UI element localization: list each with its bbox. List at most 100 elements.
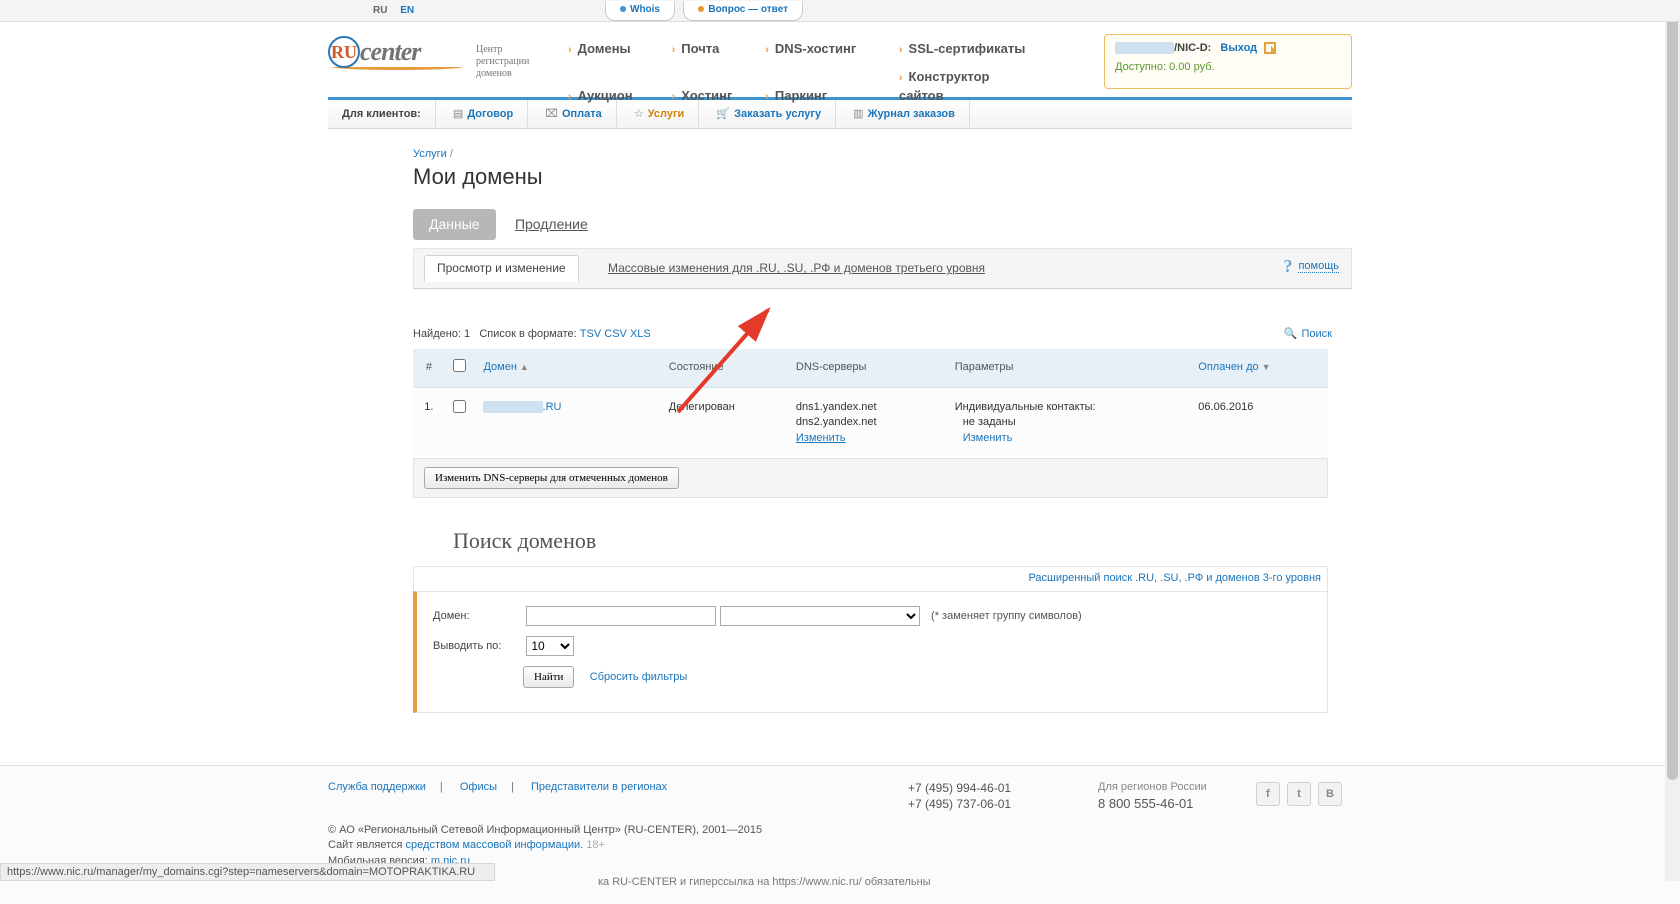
wildcard-hint: (* заменяет группу символов) xyxy=(931,610,1082,622)
footer-phones: +7 (495) 994-46-01+7 (495) 737-06-01 xyxy=(908,780,1011,814)
logo[interactable]: RUcenter xyxy=(328,36,468,70)
page-title: Мои домены xyxy=(413,164,1352,190)
menu-domains[interactable]: ›Домены xyxy=(568,40,668,58)
user-login-masked xyxy=(1115,42,1174,54)
cell-number: 1. xyxy=(413,387,445,458)
footer-support[interactable]: Служба поддержки xyxy=(328,781,426,793)
footer-regions[interactable]: Представители в регионах xyxy=(531,781,667,793)
cell-dns: dns1.yandex.net dns2.yandex.net Изменить xyxy=(788,387,947,458)
label-domain: Домен: xyxy=(433,609,523,624)
doc-icon: ▤ xyxy=(453,108,463,120)
col-number: # xyxy=(413,349,445,388)
domain-input[interactable] xyxy=(526,606,716,626)
logo-word: center xyxy=(360,37,420,66)
menu-parking[interactable]: ›Паркинг xyxy=(765,87,895,105)
help-icon: ? xyxy=(1283,256,1292,276)
params-value: не заданы xyxy=(955,415,1183,430)
facebook-icon[interactable]: f xyxy=(1256,782,1280,806)
search-toggle[interactable]: 🔍Поиск xyxy=(1284,327,1332,342)
menu-mail[interactable]: ›Почта xyxy=(672,40,762,58)
logout-icon[interactable] xyxy=(1264,42,1276,54)
export-tsv[interactable]: TSV xyxy=(580,328,601,340)
change-params-link[interactable]: Изменить xyxy=(955,432,1013,444)
logo-badge: RU xyxy=(328,36,360,68)
subnav-label: Для клиентов: xyxy=(328,100,436,129)
domain-masked xyxy=(483,401,542,413)
dns-server-1: dns1.yandex.net xyxy=(796,400,939,415)
lang-en[interactable]: EN xyxy=(400,5,414,16)
reset-filters-link[interactable]: Сбросить фильтры xyxy=(590,671,688,683)
secondary-tabs: Просмотр и изменение Массовые изменения … xyxy=(413,248,1352,289)
cell-domain: .RU xyxy=(475,387,660,458)
language-switch: RU EN xyxy=(373,4,424,18)
result-summary: Найдено: 1 Список в формате: TSV CSV XLS… xyxy=(413,327,1352,342)
content: Услуги / Мои домены Данные Продление Про… xyxy=(328,129,1352,743)
menu-hosting[interactable]: ›Хостинг xyxy=(672,87,762,105)
domain-link[interactable]: .RU xyxy=(543,401,562,413)
menu-sitebuilder[interactable]: ›Конструктор сайтов xyxy=(899,68,1029,105)
tab-bulk-edit[interactable]: Массовые изменения для .RU, .SU, .РФ и д… xyxy=(596,256,997,281)
bulk-action-bar: Изменить DNS-серверы для отмеченных доме… xyxy=(413,458,1328,498)
breadcrumb: Услуги / xyxy=(413,147,1352,162)
row-checkbox[interactable] xyxy=(453,400,466,413)
top-bar: RU EN Whois Вопрос — ответ xyxy=(0,0,1680,22)
col-checkbox xyxy=(445,349,476,388)
lang-ru[interactable]: RU xyxy=(373,5,387,16)
extended-search-link[interactable]: Расширенный поиск .RU, .SU, .РФ и домено… xyxy=(413,566,1328,590)
mass-media-link[interactable]: средством массовой информации. xyxy=(406,839,584,851)
user-box: /NIC-D: Выход Доступно: 0.00 руб. xyxy=(1104,34,1352,89)
params-label: Индивидуальные контакты: xyxy=(955,400,1183,415)
browser-statusbar: https://www.nic.ru/manager/my_domains.cg… xyxy=(0,863,495,881)
tab-whois[interactable]: Whois xyxy=(605,1,675,21)
subnav-contract[interactable]: ▤Договор xyxy=(439,100,528,129)
perpage-select[interactable]: 10 xyxy=(526,636,574,656)
help-link[interactable]: ?помощь xyxy=(1283,257,1339,275)
label-perpage: Выводить по: xyxy=(433,639,523,654)
footer-offices[interactable]: Офисы xyxy=(460,781,497,793)
header: RUcenter Центр регистрации доменов ›Доме… xyxy=(328,22,1352,97)
export-xls[interactable]: XLS xyxy=(630,328,651,340)
search-icon: 🔍 xyxy=(1284,328,1298,340)
cell-state: Делегирован xyxy=(661,387,788,458)
tab-data[interactable]: Данные xyxy=(413,209,496,241)
menu-dns[interactable]: ›DNS-хостинг xyxy=(765,40,895,58)
select-all-checkbox[interactable] xyxy=(453,359,466,372)
col-dns: DNS-серверы xyxy=(788,349,947,388)
col-paid[interactable]: Оплачен до▼ xyxy=(1190,349,1328,388)
main-menu: ›Домены ›Почта ›DNS-хостинг ›SSL-сертифи… xyxy=(568,40,1029,115)
vertical-scrollbar[interactable] xyxy=(1665,0,1680,881)
tab-renewal[interactable]: Продление xyxy=(499,209,604,241)
twitter-icon[interactable]: t xyxy=(1287,782,1311,806)
domain-search-section: Поиск доменов Расширенный поиск .RU, .SU… xyxy=(413,530,1352,712)
scrollbar-thumb[interactable] xyxy=(1667,0,1678,780)
wallet-icon: ⌧ xyxy=(545,108,558,120)
social-icons: f t B xyxy=(1252,782,1342,806)
search-heading: Поиск доменов xyxy=(453,530,1352,552)
sort-desc-icon: ▼ xyxy=(1262,362,1271,372)
vk-icon[interactable]: B xyxy=(1318,782,1342,806)
search-submit-button[interactable]: Найти xyxy=(523,666,574,688)
domain-zone-select[interactable] xyxy=(720,606,920,626)
logo-subtitle: Центр регистрации доменов xyxy=(476,44,529,80)
menu-auction[interactable]: ›Аукцион xyxy=(568,87,668,105)
cell-paid: 06.06.2016 xyxy=(1190,387,1328,458)
export-csv[interactable]: CSV xyxy=(604,328,627,340)
col-params: Параметры xyxy=(947,349,1191,388)
col-state: Состояние xyxy=(661,349,788,388)
bulk-change-dns-button[interactable]: Изменить DNS-серверы для отмеченных доме… xyxy=(424,467,679,489)
primary-tabs: Данные Продление xyxy=(413,209,1352,241)
change-dns-link[interactable]: Изменить xyxy=(796,432,846,444)
domains-table: # Домен▲ Состояние DNS-серверы Параметры… xyxy=(413,349,1328,460)
logout-link[interactable]: Выход xyxy=(1220,42,1257,54)
tab-faq[interactable]: Вопрос — ответ xyxy=(683,1,803,21)
sort-asc-icon: ▲ xyxy=(520,362,529,372)
footer: Служба поддержки| Офисы| Представители в… xyxy=(0,765,1680,904)
footer-region-phone: Для регионов России8 800 555-46-01 xyxy=(1098,780,1207,814)
menu-ssl[interactable]: ›SSL-сертификаты xyxy=(899,40,1029,58)
breadcrumb-services[interactable]: Услуги xyxy=(413,148,447,160)
cell-params: Индивидуальные контакты: не заданы Измен… xyxy=(947,387,1191,458)
balance-text: Доступно: 0.00 руб. xyxy=(1115,60,1341,75)
table-row: 1. .RU Делегирован dns1.yandex.net dns2.… xyxy=(413,387,1328,458)
col-domain[interactable]: Домен▲ xyxy=(475,349,660,388)
tab-view-edit[interactable]: Просмотр и изменение xyxy=(424,255,579,282)
